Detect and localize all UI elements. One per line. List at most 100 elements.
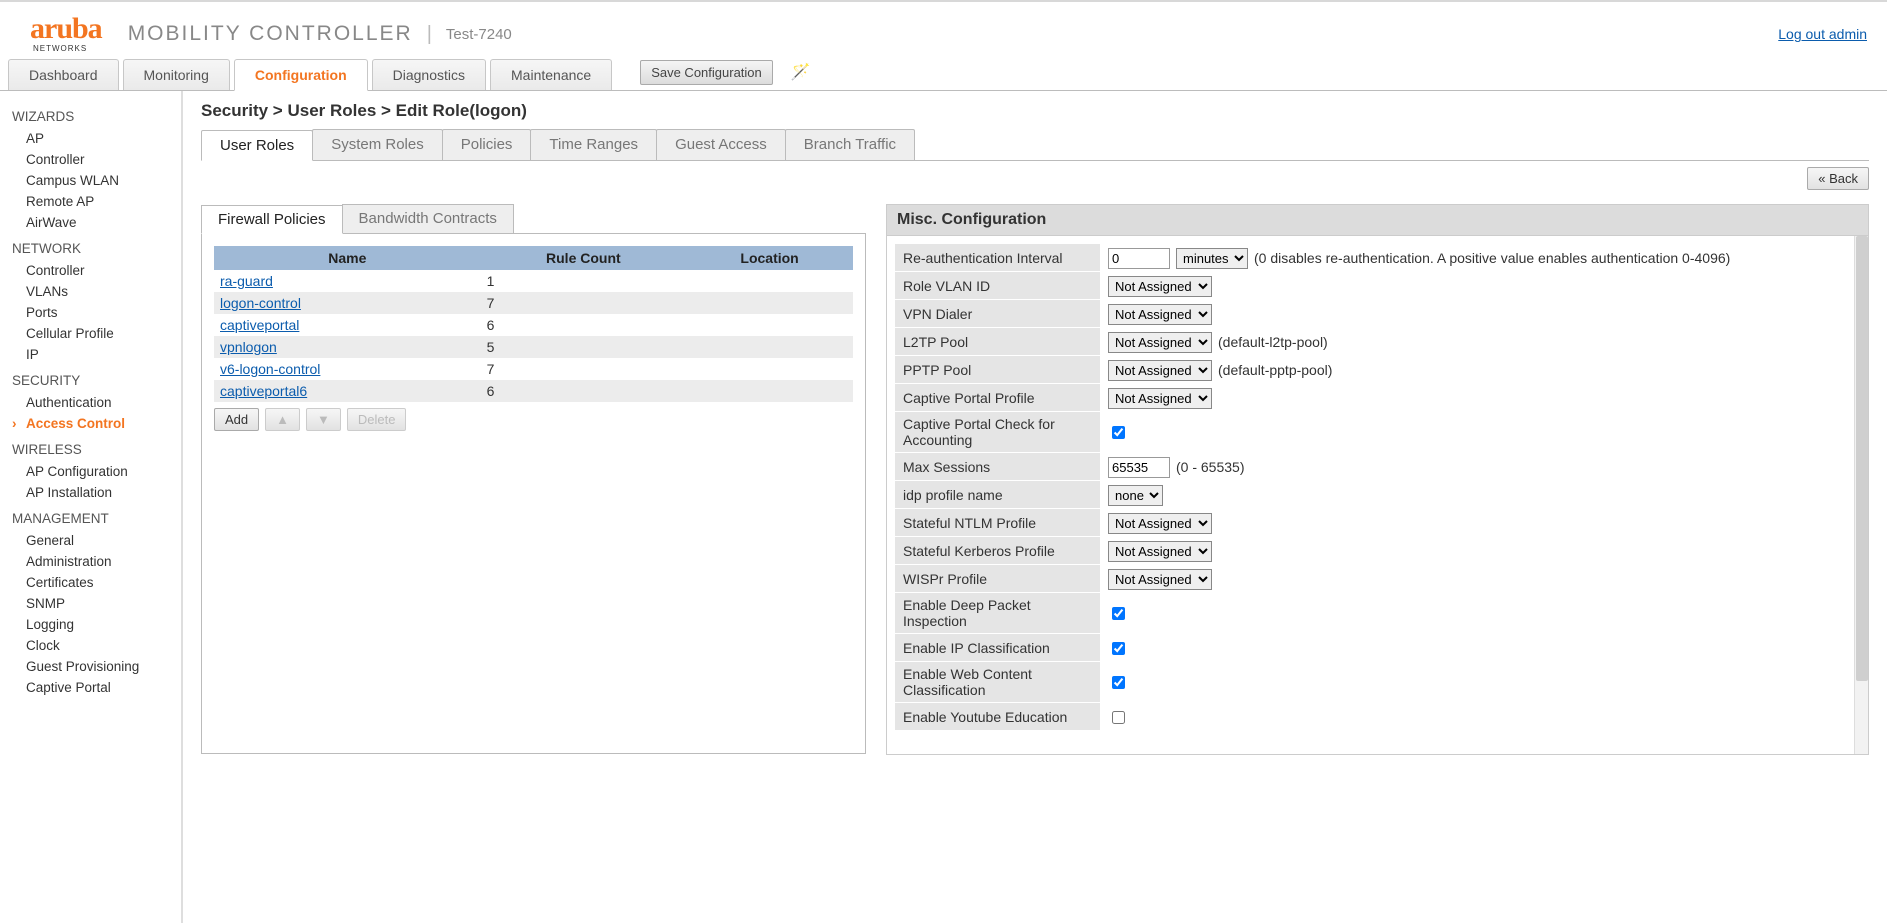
config-select[interactable]: Not Assigned <box>1108 360 1212 381</box>
wizard-wand-icon[interactable]: 🪄 <box>791 62 811 82</box>
location-cell <box>686 336 853 358</box>
back-button[interactable]: « Back <box>1807 167 1869 190</box>
product-name: MOBILITY CONTROLLER <box>128 22 413 46</box>
policy-link[interactable]: ra-guard <box>220 273 273 289</box>
config-select[interactable]: Not Assigned <box>1108 332 1212 353</box>
sidebar-item-snmp[interactable]: SNMP <box>12 593 181 614</box>
brand-logo: aruba NETWORKS <box>30 15 102 53</box>
sidebar-item-airwave[interactable]: AirWave <box>12 212 181 233</box>
config-label: VPN Dialer <box>895 300 1100 328</box>
table-row[interactable]: v6-logon-control7 <box>214 358 853 380</box>
table-row[interactable]: captiveportal 6 <box>214 314 853 336</box>
inner-tabs: Firewall PoliciesBandwidth Contracts <box>201 204 866 234</box>
inner-tab-firewall-policies[interactable]: Firewall Policies <box>201 205 343 234</box>
policy-link[interactable]: v6-logon-control <box>220 361 320 377</box>
config-checkbox[interactable] <box>1112 676 1125 689</box>
primary-tab-maintenance[interactable]: Maintenance <box>490 59 612 90</box>
primary-tab-dashboard[interactable]: Dashboard <box>8 59 119 90</box>
sidebar-item-campus-wlan[interactable]: Campus WLAN <box>12 170 181 191</box>
table-row[interactable]: ra-guard1 <box>214 270 853 292</box>
sidebar-item-guest-provisioning[interactable]: Guest Provisioning <box>12 656 181 677</box>
config-label: Role VLAN ID <box>895 272 1100 300</box>
config-select[interactable]: Not Assigned <box>1108 541 1212 562</box>
config-checkbox[interactable] <box>1112 426 1125 439</box>
config-label: Stateful NTLM Profile <box>895 509 1100 537</box>
config-checkbox[interactable] <box>1112 642 1125 655</box>
location-cell <box>686 270 853 292</box>
config-input[interactable] <box>1108 248 1170 269</box>
table-row[interactable]: vpnlogon5 <box>214 336 853 358</box>
sidebar-item-clock[interactable]: Clock <box>12 635 181 656</box>
logout-link[interactable]: Log out admin <box>1778 26 1867 42</box>
primary-tab-monitoring[interactable]: Monitoring <box>123 59 230 90</box>
sidebar-item-authentication[interactable]: Authentication <box>12 392 181 413</box>
brand-sub: NETWORKS <box>33 44 87 53</box>
sidebar-item-logging[interactable]: Logging <box>12 614 181 635</box>
sidebar-item-administration[interactable]: Administration <box>12 551 181 572</box>
sidebar-item-ap-installation[interactable]: AP Installation <box>12 482 181 503</box>
config-select[interactable]: Not Assigned <box>1108 569 1212 590</box>
sidebar-item-captive-portal[interactable]: Captive Portal <box>12 677 181 698</box>
config-label: Enable IP Classification <box>895 634 1100 662</box>
scrollbar-thumb[interactable] <box>1856 236 1868 681</box>
rule-count: 6 <box>481 314 687 336</box>
tab-policies[interactable]: Policies <box>442 129 532 160</box>
table-row[interactable]: captiveportal66 <box>214 380 853 402</box>
sidebar-item-general[interactable]: General <box>12 530 181 551</box>
config-label: Max Sessions <box>895 453 1100 481</box>
config-value: (0 - 65535) <box>1100 454 1854 481</box>
config-value: Not Assigned <box>1100 510 1854 537</box>
add-button[interactable]: Add <box>214 408 259 431</box>
policy-link[interactable]: captiveportal <box>220 317 299 333</box>
policy-link[interactable]: logon-control <box>220 295 301 311</box>
save-configuration-button[interactable]: Save Configuration <box>640 60 773 85</box>
config-label: Enable Deep Packet Inspection <box>895 593 1100 634</box>
config-checkbox[interactable] <box>1112 607 1125 620</box>
body-row: WIZARDSAPControllerCampus WLANRemote APA… <box>0 91 1887 923</box>
config-select[interactable]: minutes <box>1176 248 1248 269</box>
policy-link[interactable]: vpnlogon <box>220 339 277 355</box>
separator: | <box>427 23 432 46</box>
config-value: Not Assigned <box>1100 566 1854 593</box>
config-row: Enable Deep Packet Inspection <box>895 593 1854 634</box>
table-header: Rule Count <box>481 246 687 270</box>
config-checkbox[interactable] <box>1112 711 1125 724</box>
scrollbar[interactable] <box>1854 236 1868 754</box>
tab-system-roles[interactable]: System Roles <box>312 129 443 160</box>
sidebar-item-remote-ap[interactable]: Remote AP <box>12 191 181 212</box>
config-select[interactable]: Not Assigned <box>1108 304 1212 325</box>
table-row[interactable]: logon-control7 <box>214 292 853 314</box>
tab-user-roles[interactable]: User Roles <box>201 130 313 161</box>
sidebar-item-controller[interactable]: Controller <box>12 149 181 170</box>
sidebar-item-cellular-profile[interactable]: Cellular Profile <box>12 323 181 344</box>
config-label: PPTP Pool <box>895 356 1100 384</box>
tab-guest-access[interactable]: Guest Access <box>656 129 786 160</box>
sidebar-item-ip[interactable]: IP <box>12 344 181 365</box>
config-row: Enable IP Classification <box>895 634 1854 662</box>
sidebar-item-certificates[interactable]: Certificates <box>12 572 181 593</box>
primary-tabs: DashboardMonitoringConfigurationDiagnost… <box>0 58 1887 91</box>
config-value: Not Assigned(default-l2tp-pool) <box>1100 329 1854 356</box>
config-select[interactable]: none <box>1108 485 1163 506</box>
sidebar-item-vlans[interactable]: VLANs <box>12 281 181 302</box>
config-select[interactable]: Not Assigned <box>1108 388 1212 409</box>
primary-tab-configuration[interactable]: Configuration <box>234 59 368 91</box>
policy-link[interactable]: captiveportal6 <box>220 383 307 399</box>
location-cell <box>686 292 853 314</box>
sidebar-item-access-control[interactable]: Access Control <box>12 413 181 434</box>
inner-tab-bandwidth-contracts[interactable]: Bandwidth Contracts <box>342 204 514 233</box>
sidebar-item-ports[interactable]: Ports <box>12 302 181 323</box>
config-select[interactable]: Not Assigned <box>1108 513 1212 534</box>
config-row: WISPr ProfileNot Assigned <box>895 565 1854 593</box>
sidebar-item-controller[interactable]: Controller <box>12 260 181 281</box>
tab-branch-traffic[interactable]: Branch Traffic <box>785 129 915 160</box>
sidebar-item-ap-configuration[interactable]: AP Configuration <box>12 461 181 482</box>
config-select[interactable]: Not Assigned <box>1108 276 1212 297</box>
move-up-button[interactable]: ▲ <box>265 408 300 431</box>
delete-button[interactable]: Delete <box>347 408 407 431</box>
config-input[interactable] <box>1108 457 1170 478</box>
primary-tab-diagnostics[interactable]: Diagnostics <box>372 59 486 90</box>
sidebar-item-ap[interactable]: AP <box>12 128 181 149</box>
tab-time-ranges[interactable]: Time Ranges <box>530 129 657 160</box>
move-down-button[interactable]: ▼ <box>306 408 341 431</box>
